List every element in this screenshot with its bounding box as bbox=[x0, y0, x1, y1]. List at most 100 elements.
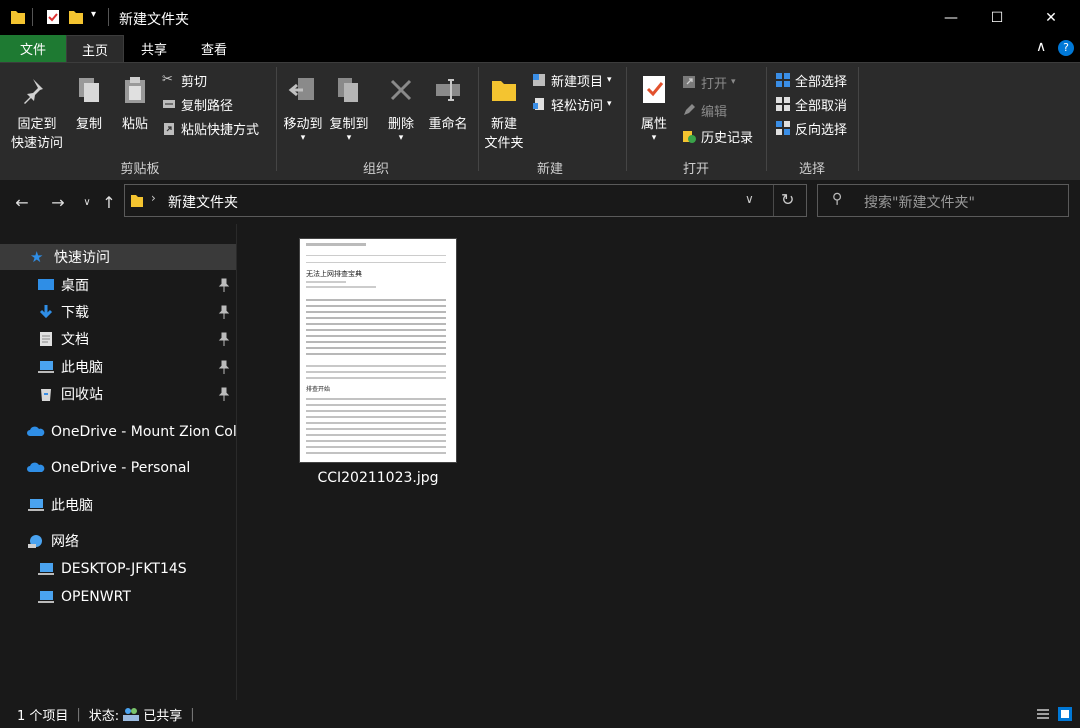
group-divider bbox=[276, 67, 277, 171]
properties-button[interactable]: 属性 ▾ bbox=[634, 73, 674, 143]
nav-item-desktop-host[interactable]: DESKTOP-JFKT14S bbox=[0, 556, 236, 582]
history-icon bbox=[683, 131, 696, 143]
nav-item-network[interactable]: 网络 bbox=[0, 528, 236, 554]
tab-view[interactable]: 查看 bbox=[184, 35, 244, 62]
nav-item-this-pc-pinned[interactable]: 此电脑 bbox=[0, 354, 236, 380]
properties-label: 属性 bbox=[640, 117, 667, 132]
customize-toolbar-chevron-icon[interactable]: ▾ bbox=[91, 9, 96, 20]
select-all-label: 全部选择 bbox=[795, 74, 848, 90]
invert-selection-button[interactable]: 反向选择 bbox=[776, 117, 847, 139]
copy-path-icon bbox=[163, 100, 175, 108]
title-bar: ▾ 新建文件夹 — ☐ ✕ bbox=[0, 0, 1080, 35]
properties-check-icon bbox=[643, 76, 665, 103]
open-button[interactable]: 打开 ▾ bbox=[682, 71, 736, 93]
thumb-line bbox=[306, 286, 376, 288]
paste-icon bbox=[125, 77, 145, 103]
new-folder-icon[interactable] bbox=[68, 8, 84, 26]
paste-label: 粘贴 bbox=[121, 117, 148, 132]
thumb-toolbar bbox=[306, 255, 446, 263]
move-to-button[interactable]: 移动到 ▾ bbox=[280, 75, 326, 143]
tab-share[interactable]: 共享 bbox=[124, 35, 184, 62]
delete-x-icon bbox=[390, 79, 412, 101]
details-view-icon[interactable] bbox=[1036, 707, 1050, 721]
nav-item-quick-access[interactable]: ★ 快速访问 bbox=[0, 244, 236, 270]
pin-icon[interactable] bbox=[218, 332, 230, 346]
select-all-button[interactable]: 全部选择 bbox=[776, 69, 847, 91]
address-bar[interactable]: › 新建文件夹 ∨ ↻ bbox=[124, 184, 807, 217]
large-icons-view-icon[interactable] bbox=[1058, 707, 1072, 721]
recycle-bin-icon bbox=[41, 389, 51, 401]
recent-locations-chevron-icon[interactable]: ∨ bbox=[76, 191, 98, 213]
paste-button[interactable]: 粘贴 bbox=[116, 75, 154, 134]
copy-to-icon bbox=[338, 78, 358, 102]
delete-button[interactable]: 删除 ▾ bbox=[382, 75, 420, 143]
minimize-button[interactable]: — bbox=[928, 0, 974, 35]
scissors-icon: ✂ bbox=[162, 72, 173, 87]
nav-item-desktop[interactable]: 桌面 bbox=[0, 272, 236, 298]
paste-shortcut-button[interactable]: 粘贴快捷方式 bbox=[162, 117, 259, 139]
divider bbox=[108, 8, 109, 26]
select-none-button[interactable]: 全部取消 bbox=[776, 93, 847, 115]
refresh-icon[interactable]: ↻ bbox=[781, 190, 794, 209]
pin-icon[interactable] bbox=[218, 387, 230, 401]
up-arrow-icon[interactable]: ↑ bbox=[98, 191, 120, 213]
breadcrumb-current[interactable]: 新建文件夹 bbox=[168, 192, 238, 212]
search-icon: ⚲ bbox=[832, 191, 843, 207]
nav-item-onedrive-personal[interactable]: OneDrive - Personal bbox=[0, 455, 236, 481]
move-to-dropdown-icon: ▾ bbox=[300, 133, 306, 143]
collapse-ribbon-chevron-icon[interactable]: ∧ bbox=[1036, 39, 1046, 55]
move-to-label: 移动到 bbox=[283, 117, 323, 132]
computer-icon bbox=[38, 361, 54, 373]
address-history-chevron-icon[interactable]: ∨ bbox=[745, 192, 754, 206]
back-arrow-icon[interactable]: ← bbox=[11, 191, 33, 213]
properties-check-icon[interactable] bbox=[45, 8, 61, 26]
maximize-button[interactable]: ☐ bbox=[974, 0, 1020, 35]
rename-button[interactable]: 重命名 bbox=[424, 75, 472, 134]
search-input[interactable]: ⚲ 搜索"新建文件夹" bbox=[817, 184, 1069, 217]
documents-icon bbox=[40, 332, 52, 346]
invert-selection-icon bbox=[776, 121, 790, 135]
nav-item-this-pc[interactable]: 此电脑 bbox=[0, 492, 236, 518]
copy-to-button[interactable]: 复制到 ▾ bbox=[326, 75, 372, 143]
status-label: 状态: bbox=[88, 708, 120, 724]
thumb-section: 排查开始 bbox=[306, 386, 331, 393]
pin-to-quick-access-button[interactable]: 固定到 快速访问 bbox=[6, 75, 68, 153]
edit-pencil-icon bbox=[684, 104, 695, 115]
breadcrumb-chevron-icon[interactable]: › bbox=[151, 191, 156, 205]
pin-icon[interactable] bbox=[218, 278, 230, 292]
edit-button[interactable]: 编辑 bbox=[682, 99, 727, 121]
easy-access-dropdown-icon: ▾ bbox=[607, 99, 612, 109]
copy-path-button[interactable]: 复制路径 bbox=[162, 93, 233, 115]
nav-item-downloads[interactable]: 下载 bbox=[0, 299, 236, 325]
copy-path-label: 复制路径 bbox=[181, 98, 234, 114]
open-group-label: 打开 bbox=[682, 162, 709, 177]
star-icon: ★ bbox=[30, 248, 44, 266]
nav-item-openwrt[interactable]: OPENWRT bbox=[0, 584, 236, 610]
computer-icon bbox=[28, 499, 44, 511]
forward-arrow-icon[interactable]: → bbox=[47, 191, 69, 213]
help-icon[interactable]: ? bbox=[1058, 40, 1074, 56]
close-button[interactable]: ✕ bbox=[1028, 0, 1074, 35]
history-button[interactable]: 历史记录 bbox=[682, 125, 753, 147]
file-thumbnail[interactable]: 无法上网排查宝典 排查开始 bbox=[299, 238, 457, 463]
cut-label: 剪切 bbox=[181, 74, 208, 90]
nav-item-onedrive-org[interactable]: OneDrive - Mount Zion Coll bbox=[0, 419, 236, 445]
folder-icon bbox=[11, 11, 25, 24]
new-item-button[interactable]: 新建项目 ▾ bbox=[532, 69, 612, 91]
nav-label: 网络 bbox=[51, 534, 79, 550]
nav-item-recycle-bin[interactable]: 回收站 bbox=[0, 381, 236, 407]
open-icon bbox=[683, 76, 695, 88]
cut-button[interactable]: ✂ 剪切 bbox=[162, 69, 207, 91]
copy-button[interactable]: 复制 bbox=[70, 75, 108, 134]
tab-home[interactable]: 主页 bbox=[66, 35, 124, 62]
copy-to-dropdown-icon: ▾ bbox=[346, 133, 352, 143]
move-to-icon bbox=[288, 78, 314, 100]
easy-access-button[interactable]: 轻松访问 ▾ bbox=[532, 93, 612, 115]
pin-icon[interactable] bbox=[218, 360, 230, 374]
tab-file[interactable]: 文件 bbox=[0, 35, 66, 62]
file-name[interactable]: CCI20211023.jpg bbox=[299, 470, 457, 486]
pin-icon[interactable] bbox=[218, 305, 230, 319]
copy-label: 复制 bbox=[75, 117, 102, 132]
nav-item-documents[interactable]: 文档 bbox=[0, 326, 236, 352]
new-folder-button[interactable]: 新建 文件夹 bbox=[480, 75, 528, 153]
